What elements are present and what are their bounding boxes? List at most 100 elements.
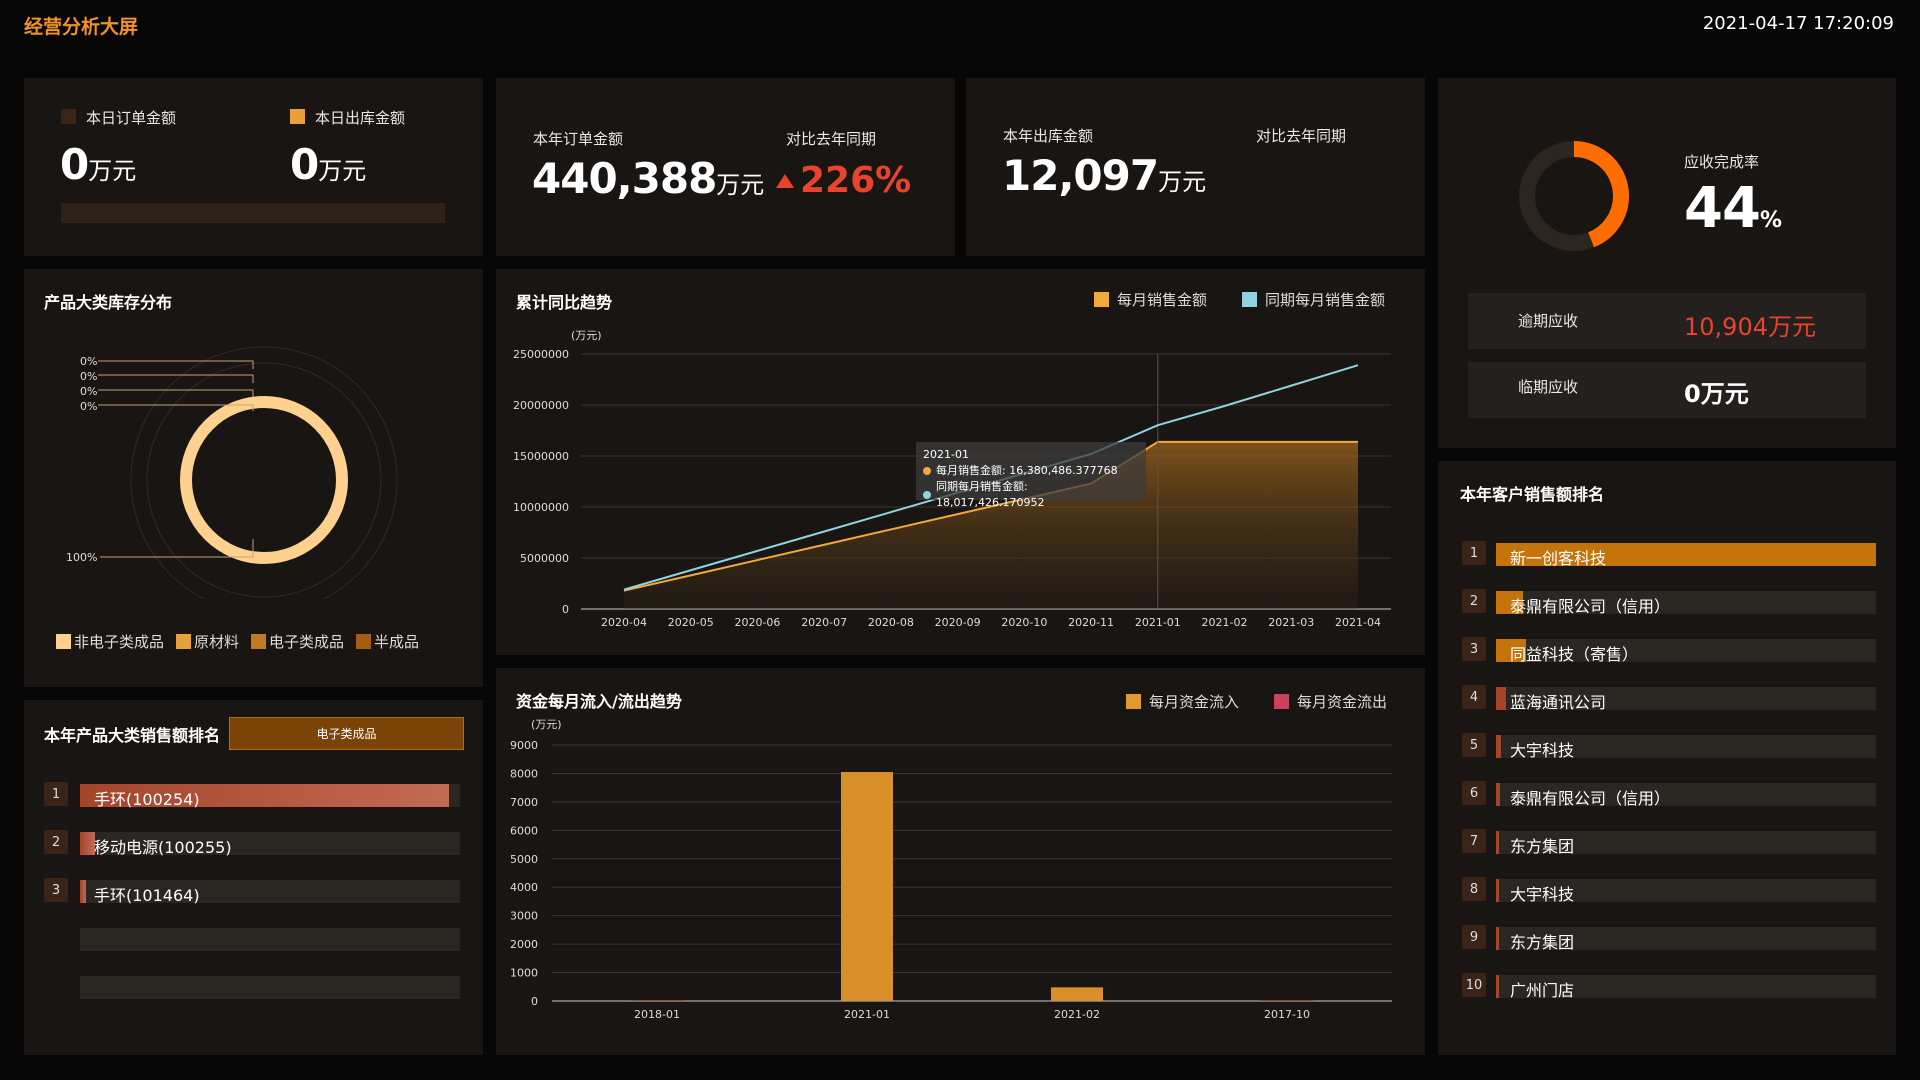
rank-bar-track: 移动电源(100255) xyxy=(80,832,460,857)
year-orders-compare-value: 226% xyxy=(776,160,911,201)
rank-bar-track: 同益科技（寄售） xyxy=(1496,639,1876,664)
rank-number: 6 xyxy=(1462,781,1486,805)
trend-ytick-label: 15000000 xyxy=(513,450,569,463)
rank-row[interactable]: 10 广州门店 xyxy=(1462,973,1876,1000)
rank-empty-slot xyxy=(80,928,460,951)
receivable-rate-label: 应收完成率 xyxy=(1684,153,1760,171)
rank-number: 2 xyxy=(44,830,68,854)
rank-bar-track: 手环(101464) xyxy=(80,880,460,905)
trend-xtick-label: 2021-01 xyxy=(1135,616,1181,629)
trend-xtick-label: 2020-10 xyxy=(1001,616,1047,629)
rank-row[interactable]: 1 新一创客科技 xyxy=(1462,541,1876,568)
rank-number: 10 xyxy=(1462,973,1486,997)
today-order-label: 本日订单金额 xyxy=(86,109,177,127)
pct-label-2: 0% xyxy=(80,370,97,383)
tooltip-line-2: 同期每月销售金额: 18,017,426.170952 xyxy=(935,480,1045,509)
pct-label-5: 100% xyxy=(66,551,97,564)
rank-row[interactable]: 2 泰鼎有限公司（信用） xyxy=(1462,589,1876,616)
trend-xtick-label: 2021-03 xyxy=(1268,616,1314,629)
cashflow-ytick-label: 3000 xyxy=(510,910,538,923)
upcoming-value: 0万元 xyxy=(1684,380,1749,408)
category-rank-list: 1 手环(100254) 2 移动电源(100255) 3 手环(101464) xyxy=(44,782,464,1042)
cashflow-ytick-label: 7000 xyxy=(510,796,538,809)
rank-bar-track: 新一创客科技 xyxy=(1496,543,1876,568)
legend-item[interactable]: 非电子类成品 xyxy=(56,631,164,652)
legend-item[interactable]: 半成品 xyxy=(356,631,419,652)
trend-panel: 累计同比趋势 每月销售金额 同期每月销售金额 (万元) 25000000 20000… xyxy=(496,269,1425,655)
rank-empty-slot xyxy=(80,976,460,999)
inventory-donut-ring xyxy=(180,396,348,564)
year-orders-label: 本年订单金额 xyxy=(533,130,624,148)
cashflow-ytick-label: 9000 xyxy=(510,739,538,752)
receivable-rate-value: 44% xyxy=(1684,176,1782,241)
rank-row[interactable]: 8 大宇科技 xyxy=(1462,877,1876,904)
receivable-panel: 应收完成率 44% 逾期应收 10,904万元 临期应收 0万元 xyxy=(1438,78,1896,448)
order-legend-swatch xyxy=(61,109,76,124)
upcoming-label: 临期应收 xyxy=(1518,378,1579,396)
rank-number: 9 xyxy=(1462,925,1486,949)
trend-xtick-label: 2020-11 xyxy=(1068,616,1114,629)
rank-row[interactable]: 3 手环(101464) xyxy=(44,878,460,905)
year-orders-panel: 本年订单金额 对比去年同期 440,388万元 226% xyxy=(496,78,955,256)
cashflow-ytick-label: 6000 xyxy=(510,824,538,837)
year-orders-value: 440,388万元 xyxy=(532,154,765,203)
rank-row[interactable]: 1 手环(100254) xyxy=(44,782,460,809)
today-ship-label: 本日出库金额 xyxy=(315,109,406,127)
rank-row[interactable]: 5 大宇科技 xyxy=(1462,733,1876,760)
cashflow-bar-in xyxy=(1051,987,1103,1001)
cashflow-bar-in xyxy=(631,1000,683,1001)
rank-bar-track: 泰鼎有限公司（信用） xyxy=(1496,783,1876,808)
cashflow-ytick-label: 5000 xyxy=(510,853,538,866)
rank-number: 4 xyxy=(1462,685,1486,709)
up-triangle-icon xyxy=(776,173,794,188)
today-ship-value: 0万元 xyxy=(290,140,367,189)
rank-row[interactable]: 6 泰鼎有限公司（信用） xyxy=(1462,781,1876,808)
cashflow-bar-in xyxy=(841,772,893,1001)
customer-rank-title: 本年客户销售额排名 xyxy=(1460,485,1605,504)
rank-row[interactable]: 9 东方集团 xyxy=(1462,925,1876,952)
rank-row[interactable]: 3 同益科技（寄售） xyxy=(1462,637,1876,664)
category-rank-title: 本年产品大类销售额排名 xyxy=(44,726,221,745)
cashflow-xtick-label: 2017-10 xyxy=(1264,1008,1310,1021)
pct-label-4: 0% xyxy=(80,400,97,413)
rank-row[interactable]: 7 东方集团 xyxy=(1462,829,1876,856)
legend-item[interactable]: 电子类成品 xyxy=(251,631,344,652)
rank-label: 手环(100254) xyxy=(94,790,200,809)
rank-label: 蓝海通讯公司 xyxy=(1510,693,1607,712)
overdue-value: 10,904万元 xyxy=(1684,313,1816,341)
inventory-title: 产品大类库存分布 xyxy=(44,293,173,312)
datetime: 2021-04-17 17:20:09 xyxy=(1702,13,1894,34)
overdue-label: 逾期应收 xyxy=(1518,312,1579,330)
category-tab-button[interactable]: 电子类成品 xyxy=(229,717,464,750)
year-ship-compare-label: 对比去年同期 xyxy=(1256,127,1347,145)
cashflow-bar-in xyxy=(1261,1000,1313,1001)
rank-label: 泰鼎有限公司（信用） xyxy=(1510,789,1671,808)
rank-bar-fill xyxy=(1496,831,1500,854)
rank-row[interactable]: 2 移动电源(100255) xyxy=(44,830,460,857)
trend-xtick-label: 2020-04 xyxy=(601,616,647,629)
inventory-legend: 非电子类成品 原材料 电子类成品 半成品 xyxy=(56,631,419,652)
customer-rank-list: 1 新一创客科技 2 泰鼎有限公司（信用） 3 同益科技（寄售） 4 蓝海通讯公司 5 大宇科技 6… xyxy=(1462,541,1876,1041)
rank-bar-track: 蓝海通讯公司 xyxy=(1496,687,1876,712)
rank-label: 泰鼎有限公司（信用） xyxy=(1510,597,1671,616)
rank-bar-track: 东方集团 xyxy=(1496,927,1876,952)
rank-label: 大宇科技 xyxy=(1510,885,1575,904)
category-rank-panel: 本年产品大类销售额排名 电子类成品 1 手环(100254) 2 移动电源(10025… xyxy=(24,700,483,1055)
rank-label: 新一创客科技 xyxy=(1510,549,1607,568)
legend-item[interactable]: 原材料 xyxy=(176,631,239,652)
inventory-donut-chart: 0% 0% 0% 0% 100% xyxy=(66,346,398,599)
upcoming-box: 临期应收 0万元 xyxy=(1468,362,1866,418)
rank-row[interactable]: 4 蓝海通讯公司 xyxy=(1462,685,1876,712)
cashflow-chart: (万元) 9000 8000 7000 6000 5000 4000 3000 2000 1000… xyxy=(510,718,1392,1021)
rank-bar-fill xyxy=(1496,783,1500,806)
rank-label: 同益科技（寄售） xyxy=(1510,645,1639,664)
tooltip-line-1: 每月销售金额: 16,380,486.377768 xyxy=(936,464,1118,477)
rank-number: 1 xyxy=(1462,541,1486,565)
trend-xtick-label: 2020-08 xyxy=(868,616,914,629)
cashflow-ytick-label: 4000 xyxy=(510,881,538,894)
rank-number: 2 xyxy=(1462,589,1486,613)
rank-bar-fill xyxy=(1496,975,1500,998)
rank-bar-fill xyxy=(80,880,86,903)
rank-number: 1 xyxy=(44,782,68,806)
rank-label: 移动电源(100255) xyxy=(94,838,232,857)
